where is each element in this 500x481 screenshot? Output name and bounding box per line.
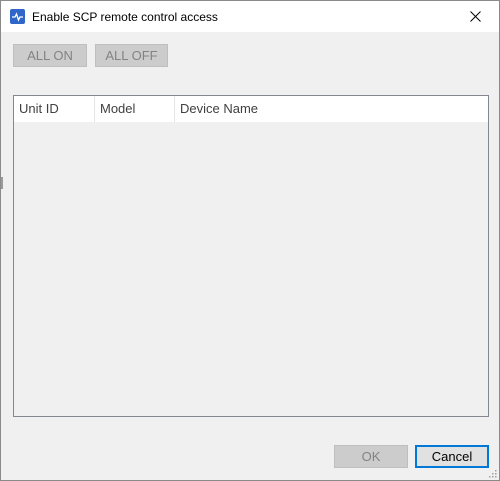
close-button[interactable] <box>453 1 499 32</box>
resize-grip-icon[interactable] <box>487 468 497 478</box>
ok-button[interactable]: OK <box>334 445 408 468</box>
title-bar[interactable]: Enable SCP remote control access <box>1 1 499 32</box>
table-header: Unit ID Model Device Name <box>14 96 488 122</box>
close-icon <box>470 11 481 22</box>
device-list-table[interactable]: Unit ID Model Device Name <box>13 95 489 417</box>
window-title: Enable SCP remote control access <box>32 10 218 24</box>
all-off-button[interactable]: ALL OFF <box>95 44 168 67</box>
scp-remote-control-dialog: Enable SCP remote control access ALL ON … <box>0 0 500 481</box>
all-on-button[interactable]: ALL ON <box>13 44 87 67</box>
window-edge-marker <box>1 177 3 189</box>
column-header-model[interactable]: Model <box>95 96 175 122</box>
column-header-unit-id[interactable]: Unit ID <box>14 96 95 122</box>
column-header-device-name[interactable]: Device Name <box>175 96 375 122</box>
cancel-button[interactable]: Cancel <box>415 445 489 468</box>
waveform-app-icon <box>10 9 25 24</box>
